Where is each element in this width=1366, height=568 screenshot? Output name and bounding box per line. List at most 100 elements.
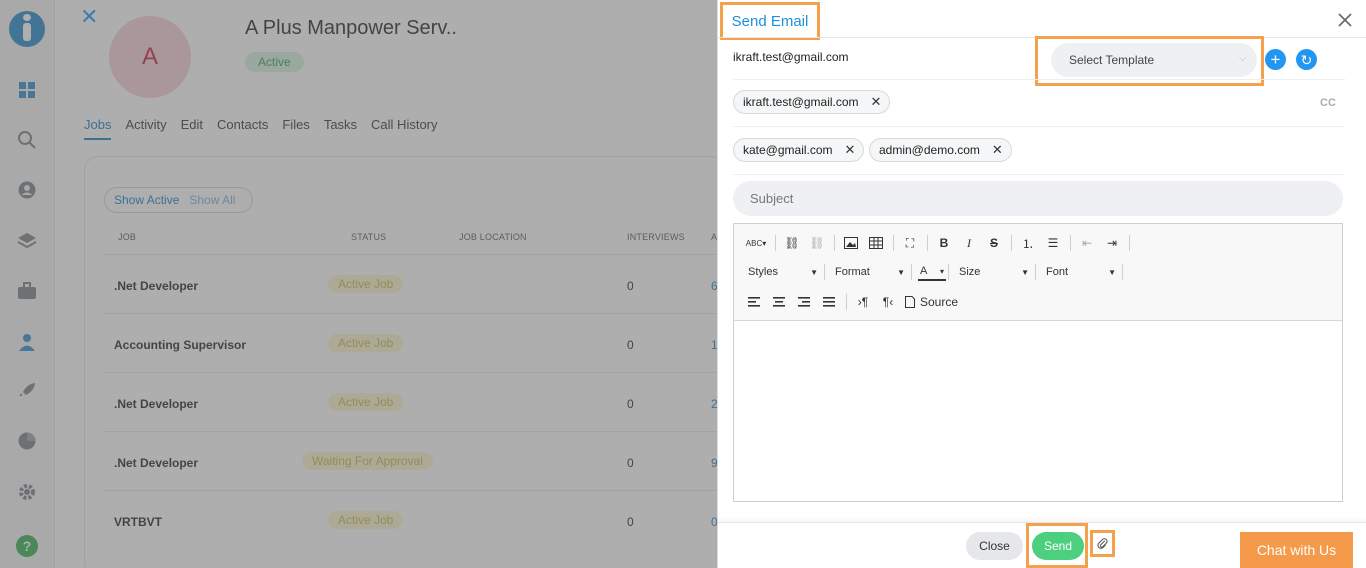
job-status: Active Job — [328, 334, 404, 352]
column-header-location[interactable]: JOB LOCATION — [459, 232, 527, 242]
bold-icon[interactable]: B — [934, 234, 954, 252]
job-interviews: 0 — [627, 515, 634, 529]
job-status: Active Job — [328, 275, 404, 293]
size-dropdown[interactable]: Size ▼ — [955, 263, 1033, 281]
tab-jobs[interactable]: Jobs — [84, 117, 112, 140]
table-icon[interactable] — [866, 234, 886, 252]
tab-tasks[interactable]: Tasks — [324, 117, 357, 140]
rocket-icon[interactable] — [17, 381, 37, 401]
toolbar-separator — [927, 235, 928, 251]
justify-icon[interactable] — [819, 293, 839, 311]
text-color-icon[interactable]: A ▾ — [918, 263, 946, 281]
search-icon[interactable] — [17, 130, 37, 150]
toolbar-separator — [1070, 235, 1071, 251]
table-row[interactable]: Accounting Supervisor Active Job 0 1 — [104, 313, 718, 372]
attachment-icon[interactable] — [1090, 530, 1115, 557]
font-dropdown[interactable]: Font ▼ — [1042, 263, 1120, 281]
avatar: A — [109, 16, 191, 98]
toolbar-separator — [834, 235, 835, 251]
job-interviews: 0 — [627, 397, 634, 411]
dashboard-icon[interactable] — [17, 80, 37, 100]
ltr-direction-icon[interactable]: ›¶ — [853, 293, 873, 311]
styles-dropdown[interactable]: Styles ▼ — [744, 263, 822, 281]
format-dropdown[interactable]: Format ▼ — [831, 263, 909, 281]
settings-icon[interactable] — [17, 482, 37, 502]
field-divider — [733, 79, 1345, 80]
briefcase-icon[interactable] — [17, 281, 37, 301]
maximize-icon[interactable]: ⛶ — [900, 234, 920, 252]
column-header-interviews[interactable]: INTERVIEWS — [627, 232, 685, 242]
image-icon[interactable] — [841, 234, 861, 252]
add-template-button[interactable]: + — [1265, 49, 1286, 70]
tab-files[interactable]: Files — [282, 117, 309, 140]
app-root: ? ✕ A A Plus Manpower Serv.. Active Jobs… — [0, 0, 1366, 568]
numbered-list-icon[interactable]: ⒈ — [1018, 234, 1038, 252]
close-record-icon[interactable]: ✕ — [80, 6, 98, 28]
job-title[interactable]: .Net Developer — [114, 397, 198, 411]
cc-toggle[interactable]: CC — [1320, 97, 1336, 109]
align-left-icon[interactable] — [744, 293, 764, 311]
job-title[interactable]: Accounting Supervisor — [114, 338, 246, 352]
chat-with-us-button[interactable]: Chat with Us — [1240, 532, 1353, 568]
column-header-status[interactable]: STATUS — [351, 232, 386, 242]
contact-icon[interactable] — [17, 332, 37, 352]
table-row[interactable]: VRTBVT Active Job 0 0 — [104, 490, 718, 549]
job-title[interactable]: VRTBVT — [114, 515, 162, 529]
table-row[interactable]: .Net Developer Active Job 0 6 — [104, 254, 718, 313]
layers-icon[interactable] — [17, 231, 37, 251]
remove-recipient-icon[interactable]: ✕ — [845, 142, 856, 158]
chip-email: admin@demo.com — [879, 143, 980, 157]
italic-icon[interactable]: I — [959, 234, 979, 252]
help-icon[interactable]: ? — [16, 535, 38, 557]
tab-contacts[interactable]: Contacts — [217, 117, 268, 140]
toolbar-row-3: ›¶ ¶‹ Source — [744, 291, 965, 313]
cc-recipient-chip[interactable]: admin@demo.com ✕ — [869, 138, 1012, 162]
table-row[interactable]: .Net Developer Waiting For Approval 0 9 — [104, 431, 718, 490]
job-title[interactable]: .Net Developer — [114, 456, 198, 470]
align-center-icon[interactable] — [769, 293, 789, 311]
link-icon[interactable]: ⛓ — [782, 234, 802, 252]
indent-icon[interactable]: ⇥ — [1102, 234, 1122, 252]
send-button[interactable]: Send — [1032, 532, 1084, 560]
field-divider — [733, 174, 1345, 175]
outdent-icon[interactable]: ⇤ — [1077, 234, 1097, 252]
subject-input[interactable]: Subject — [733, 181, 1343, 216]
tab-edit[interactable]: Edit — [181, 117, 203, 140]
close-icon[interactable] — [1335, 10, 1355, 30]
rtl-direction-icon[interactable]: ¶‹ — [878, 293, 898, 311]
show-active-button[interactable]: Show Active — [114, 193, 179, 207]
job-interviews: 0 — [627, 338, 634, 352]
remove-recipient-icon[interactable]: ✕ — [992, 142, 1003, 158]
table-row[interactable]: .Net Developer Active Job 0 2 — [104, 372, 718, 431]
tab-call-history[interactable]: Call History — [371, 117, 437, 140]
refresh-templates-button[interactable]: ↻ — [1296, 49, 1317, 70]
user-icon[interactable] — [17, 180, 37, 200]
strikethrough-icon[interactable]: S — [984, 234, 1004, 252]
toolbar-separator — [846, 294, 847, 310]
job-title[interactable]: .Net Developer — [114, 279, 198, 293]
bulleted-list-icon[interactable]: ☰ — [1043, 234, 1063, 252]
source-button[interactable]: Source — [903, 293, 960, 311]
template-select[interactable]: Select Template ⌵ — [1051, 43, 1257, 77]
editor-body[interactable] — [734, 321, 1342, 501]
close-button[interactable]: Close — [966, 532, 1023, 560]
active-filter-toggle: Show Active Show All — [104, 187, 253, 213]
toolbar-row-1: ABC▾ ⛓ ⛓ ⛶ B I S ⒈ ☰ ⇤ ⇥ — [744, 232, 1136, 254]
align-right-icon[interactable] — [794, 293, 814, 311]
company-name: A Plus Manpower Serv.. — [245, 17, 457, 39]
column-header-job[interactable]: JOB — [118, 232, 136, 242]
tab-activity[interactable]: Activity — [125, 117, 166, 140]
from-email: ikraft.test@gmail.com — [733, 50, 849, 64]
remove-recipient-icon[interactable]: ✕ — [871, 94, 882, 110]
spellcheck-icon[interactable]: ABC▾ — [744, 234, 768, 252]
to-recipient-chip[interactable]: ikraft.test@gmail.com ✕ — [733, 90, 891, 114]
field-divider — [733, 126, 1345, 127]
unlink-icon[interactable]: ⛓ — [807, 234, 827, 252]
app-logo[interactable] — [9, 11, 45, 47]
editor-toolbar: ABC▾ ⛓ ⛓ ⛶ B I S ⒈ ☰ ⇤ ⇥ Styles ▼ Format… — [734, 224, 1342, 321]
chevron-down-icon: ⌵ — [1239, 53, 1247, 64]
show-all-button[interactable]: Show All — [189, 193, 235, 207]
pie-chart-icon[interactable] — [17, 431, 37, 451]
toolbar-row-2: Styles ▼ Format ▼ A ▾ Size ▼ Font ▼ — [744, 261, 1129, 283]
cc-recipient-chip[interactable]: kate@gmail.com ✕ — [733, 138, 865, 162]
